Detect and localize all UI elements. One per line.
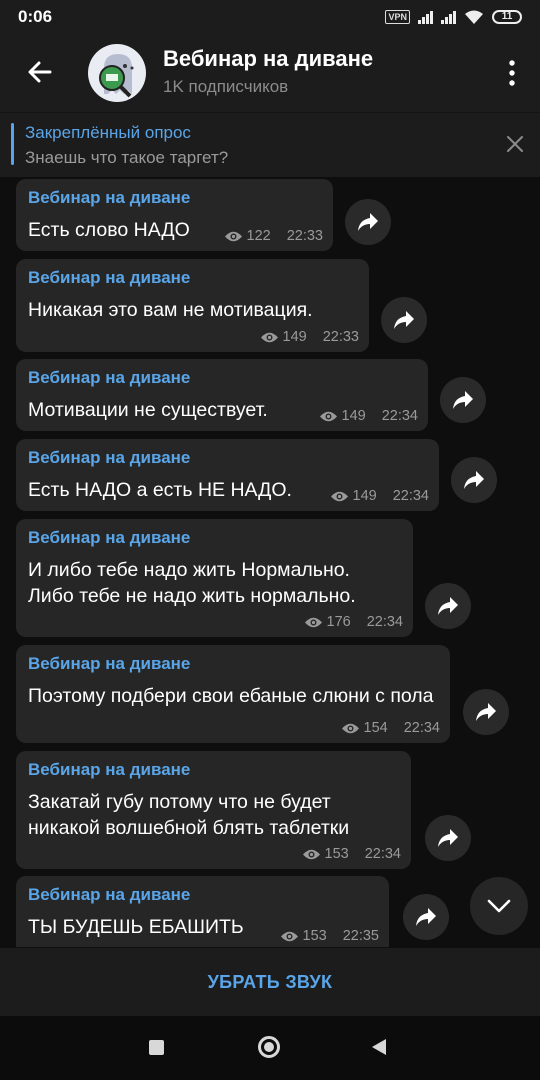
message-bubble[interactable]: Вебинар на диване И либо тебе надо жить … [16,519,413,637]
message-bubble[interactable]: Вебинар на диване Поэтому подбери свои е… [16,645,450,743]
view-count: 149 [341,408,366,424]
message-bubble[interactable]: Вебинар на диване Есть НАДО а есть НЕ НА… [16,439,439,511]
chat-header: Вебинар на диване 1K подписчиков [0,34,540,112]
eye-icon [280,931,298,941]
eye-icon [260,332,278,342]
message-bubble[interactable]: Вебинар на диване Закатай губу потому чт… [16,751,411,869]
subscriber-count: 1K подписчиков [163,77,289,96]
share-button[interactable] [381,297,427,343]
share-arrow-icon [416,908,436,926]
message-meta: 153 22:34 [302,846,401,862]
signal-icon-2 [441,10,456,24]
wifi-icon [465,10,483,24]
share-button[interactable] [451,457,497,503]
message-time: 22:34 [381,408,418,424]
message-text: И либо тебе надо жить Нормально. Либо те… [28,559,356,607]
mute-button[interactable]: УБРАТЬ ЗВУК [208,972,333,993]
view-count: 154 [363,720,388,736]
eye-icon [302,849,320,859]
share-arrow-icon [453,391,473,409]
view-count: 176 [326,614,351,630]
pinned-title: Закреплённый опрос [25,123,191,142]
share-arrow-icon [438,829,458,847]
message-time: 22:34 [364,846,401,862]
message-time: 22:34 [403,720,440,736]
message-author: Вебинар на диване [28,654,191,673]
eye-icon [224,231,242,241]
avatar-ghost-icon [99,54,134,98]
share-arrow-icon [358,213,378,231]
message-bubble[interactable]: Вебинар на диване Никакая это вам не мот… [16,259,369,352]
share-button[interactable] [463,689,509,735]
eye-icon [304,617,322,627]
message-bubble[interactable]: Вебинар на диване ТЫ БУДЕШЬ ЕБАШИТЬ 153 … [16,876,389,947]
message-meta: 176 22:34 [304,614,403,630]
eye-icon [330,491,348,501]
pinned-text: Знаешь что такое таргет? [25,148,229,167]
share-arrow-icon [464,471,484,489]
share-arrow-icon [438,597,458,615]
close-icon[interactable] [506,135,524,153]
pinned-indicator [11,123,14,165]
clock: 0:06 [18,7,53,26]
message-author: Вебинар на диване [28,188,191,207]
system-nav-bar [0,1016,540,1080]
message-time: 22:35 [342,928,379,944]
message-text: Поэтому подбери свои ебаные слюни с пола [28,685,434,707]
channel-avatar[interactable] [88,44,146,102]
message-meta: 149 22:34 [330,488,429,504]
share-arrow-icon [394,311,414,329]
message-bubble[interactable]: Вебинар на диване Мотивации не существуе… [16,359,428,431]
message-author: Вебинар на диване [28,268,191,287]
mute-bar: УБРАТЬ ЗВУК [0,948,540,1016]
chevron-down-icon [487,899,511,913]
share-arrow-icon [476,703,496,721]
share-button[interactable] [345,199,391,245]
message-time: 22:34 [392,488,429,504]
message-author: Вебинар на диване [28,368,191,387]
message-text: Никакая это вам не мотивация. [28,299,313,321]
message-author: Вебинар на диване [28,528,191,547]
message-author: Вебинар на диване [28,760,191,779]
message-meta: 153 22:35 [280,928,379,944]
message-time: 22:33 [322,329,359,345]
home-icon[interactable] [258,1036,280,1058]
more-menu-icon[interactable] [504,58,520,88]
message-meta: 149 22:34 [319,408,418,424]
status-icons: VPN 11 [385,7,522,27]
share-button[interactable] [425,815,471,861]
back-triangle-icon[interactable] [372,1039,386,1055]
scroll-to-bottom-button[interactable] [470,877,528,935]
vpn-icon: VPN [385,10,410,24]
view-count: 153 [302,928,327,944]
share-button[interactable] [403,894,449,940]
battery-icon: 11 [492,10,522,24]
message-author: Вебинар на диване [28,885,191,904]
message-author: Вебинар на диване [28,448,191,467]
back-arrow-icon[interactable] [22,54,58,90]
message-text: Закатай губу потому что не будет никакой… [28,791,350,839]
status-bar: 0:06 VPN 11 [0,0,540,34]
signal-icon [418,10,433,24]
channel-title[interactable]: Вебинар на диване [163,46,373,72]
eye-icon [319,411,337,421]
view-count: 149 [352,488,377,504]
message-bubble[interactable]: Вебинар на диване Есть слово НАДО 122 22… [16,179,333,251]
view-count: 153 [324,846,349,862]
eye-icon [341,723,359,733]
message-meta: 154 22:34 [341,720,440,736]
recents-icon[interactable] [149,1040,164,1055]
view-count: 122 [246,228,271,244]
message-meta: 122 22:33 [224,228,323,244]
share-button[interactable] [440,377,486,423]
pinned-message-bar[interactable]: Закреплённый опрос Знаешь что такое тарг… [0,112,540,177]
message-list[interactable]: Вебинар на диване Есть слово НАДО 122 22… [0,177,540,947]
message-time: 22:34 [366,614,403,630]
share-button[interactable] [425,583,471,629]
view-count: 149 [282,329,307,345]
message-meta: 149 22:33 [260,329,359,345]
message-time: 22:33 [286,228,323,244]
